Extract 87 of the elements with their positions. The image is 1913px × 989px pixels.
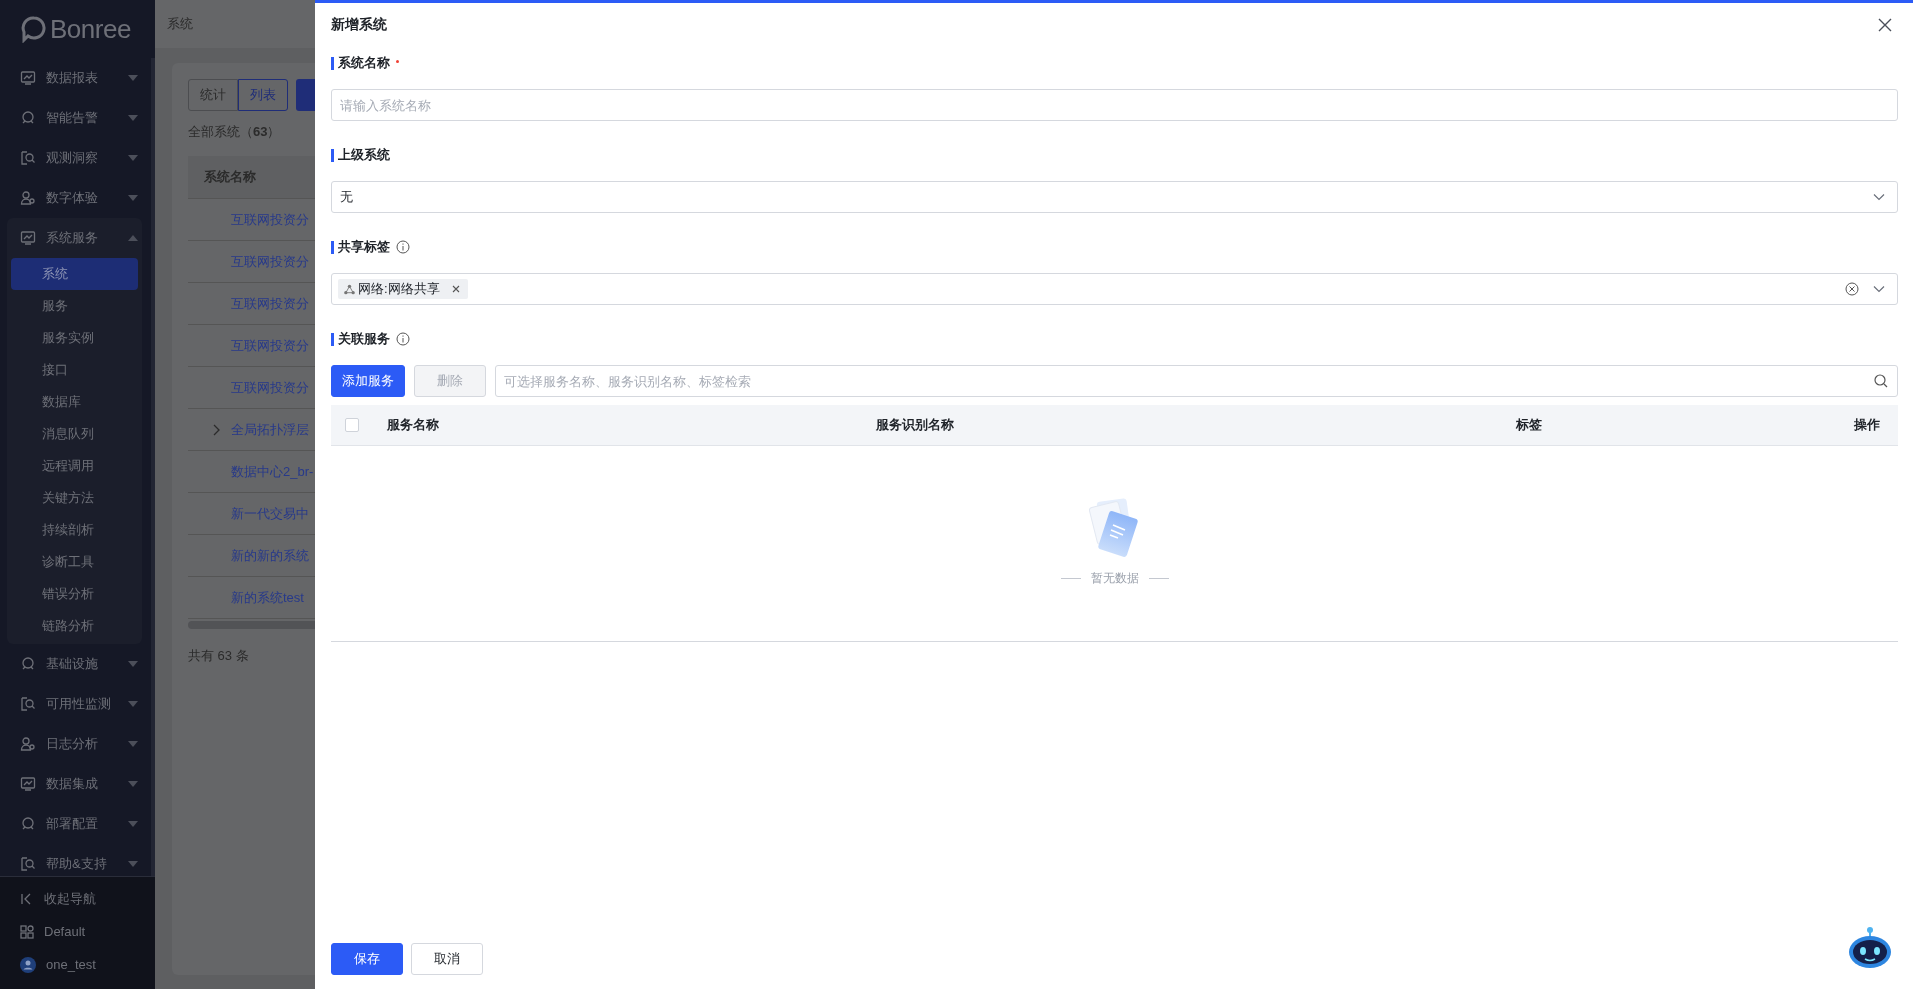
submenu-item[interactable]: 错误分析 bbox=[11, 578, 138, 610]
remove-icon[interactable] bbox=[451, 285, 460, 293]
system-link[interactable]: 互联网投资分 bbox=[231, 378, 309, 397]
system-link[interactable]: 互联网投资分 bbox=[231, 294, 309, 313]
system-link[interactable]: 数据中心2_br- bbox=[231, 462, 314, 481]
caret-icon bbox=[128, 661, 138, 667]
submenu-item[interactable]: 数据库 bbox=[11, 386, 138, 418]
system-count: 全部系统（63） bbox=[188, 123, 282, 141]
view-tab[interactable]: 统计 bbox=[188, 79, 238, 111]
caret-icon bbox=[128, 781, 138, 787]
column-header: 标签 bbox=[1516, 417, 1542, 432]
system-link[interactable]: 全局拓扑浮层 bbox=[231, 420, 309, 439]
system-name-input[interactable]: 请输入系统名称 bbox=[331, 89, 1898, 121]
logo-text: Bonree bbox=[50, 13, 131, 45]
avatar-icon bbox=[20, 956, 36, 973]
submenu-item[interactable]: 持续剖析 bbox=[11, 514, 138, 546]
submenu-item[interactable]: 关键方法 bbox=[11, 482, 138, 514]
drawer-title: 新增系统 bbox=[331, 16, 387, 34]
info-icon[interactable] bbox=[396, 332, 410, 346]
submenu-item[interactable]: 服务 bbox=[11, 290, 138, 322]
caret-icon bbox=[128, 195, 138, 201]
submenu-item[interactable]: 消息队列 bbox=[11, 418, 138, 450]
chevron-down-icon bbox=[1873, 193, 1885, 201]
menu-item[interactable]: 部署配置 bbox=[0, 804, 142, 844]
caret-icon bbox=[128, 115, 138, 121]
select-all-checkbox[interactable] bbox=[345, 418, 359, 432]
share-icon bbox=[344, 283, 355, 295]
view-tab[interactable]: 列表 bbox=[238, 79, 288, 111]
caret-icon bbox=[128, 701, 138, 707]
menu-item[interactable]: 日志分析 bbox=[0, 724, 142, 764]
submenu-item[interactable]: 接口 bbox=[11, 354, 138, 386]
menu-item[interactable]: 观测洞察 bbox=[0, 138, 142, 178]
user-icon bbox=[20, 190, 36, 206]
menu-item[interactable]: 数据报表 bbox=[0, 58, 142, 98]
sidebar-footer-item[interactable]: Default bbox=[0, 915, 155, 948]
menu-item[interactable]: 帮助&支持 bbox=[0, 844, 142, 876]
cancel-button[interactable]: 取消 bbox=[411, 943, 483, 975]
column-header: 服务识别名称 bbox=[876, 417, 954, 432]
save-button[interactable]: 保存 bbox=[331, 943, 403, 975]
search-icon bbox=[1874, 374, 1888, 388]
close-icon[interactable] bbox=[1878, 18, 1892, 32]
sidebar-footer-item[interactable]: 收起导航 bbox=[0, 882, 155, 915]
breadcrumb: 系统 bbox=[167, 15, 193, 33]
service-search-field[interactable]: 可选择服务名称、服务识别名称、标签检索 bbox=[495, 365, 1898, 397]
empty-state-text: 暂无数据 bbox=[1090, 570, 1139, 587]
menu-item[interactable]: 数据集成 bbox=[0, 764, 142, 804]
chevron-down-icon bbox=[1873, 285, 1885, 293]
tag-select[interactable]: 网络:网络共享 bbox=[331, 273, 1898, 305]
caret-icon bbox=[128, 75, 138, 81]
menu-item[interactable]: 系统服务 bbox=[7, 218, 142, 258]
system-link[interactable]: 互联网投资分 bbox=[231, 252, 309, 271]
field-label: 关联服务 bbox=[338, 330, 390, 348]
tag-chip: 网络:网络共享 bbox=[338, 279, 468, 299]
system-link[interactable]: 互联网投资分 bbox=[231, 336, 309, 355]
expand-icon[interactable] bbox=[213, 423, 221, 436]
submenu-item[interactable]: 系统 bbox=[11, 258, 138, 290]
menu-item[interactable]: 智能告警 bbox=[0, 98, 142, 138]
column-header: 服务名称 bbox=[387, 417, 439, 432]
monitor-chart-icon bbox=[20, 70, 36, 86]
grid-icon bbox=[20, 924, 34, 939]
field-label: 系统名称 bbox=[338, 54, 390, 72]
field-label: 共享标签 bbox=[338, 238, 390, 256]
field-label: 上级系统 bbox=[338, 146, 390, 164]
submenu-item[interactable]: 服务实例 bbox=[11, 322, 138, 354]
system-link[interactable]: 新的系统test bbox=[231, 588, 304, 607]
submenu-item[interactable]: 链路分析 bbox=[11, 610, 138, 642]
sidebar-footer-item[interactable]: one_test bbox=[0, 948, 155, 981]
submenu-item[interactable]: 远程调用 bbox=[11, 450, 138, 482]
add-service-button[interactable]: 添加服务 bbox=[331, 365, 405, 397]
parent-system-select[interactable]: 无 bbox=[331, 181, 1898, 213]
menu-item[interactable]: 数字体验 bbox=[0, 178, 142, 218]
caret-icon bbox=[128, 861, 138, 867]
total-count: 共有 63 条 bbox=[188, 647, 250, 665]
caret-icon bbox=[128, 821, 138, 827]
submenu-item[interactable]: 诊断工具 bbox=[11, 546, 138, 578]
menu-item[interactable]: 基础设施 bbox=[0, 644, 142, 684]
system-link[interactable]: 新的新的系统 bbox=[231, 546, 309, 565]
menu-item[interactable]: 可用性监测 bbox=[0, 684, 142, 724]
caret-icon bbox=[128, 155, 138, 161]
column-header: 操作 bbox=[1854, 417, 1880, 432]
clear-icon[interactable] bbox=[1845, 282, 1859, 296]
caret-icon bbox=[128, 235, 138, 241]
system-link[interactable]: 互联网投资分 bbox=[231, 210, 309, 229]
logo-icon bbox=[20, 15, 48, 43]
scan-search-icon bbox=[20, 150, 36, 166]
info-icon[interactable] bbox=[396, 240, 410, 254]
caret-icon bbox=[128, 741, 138, 747]
